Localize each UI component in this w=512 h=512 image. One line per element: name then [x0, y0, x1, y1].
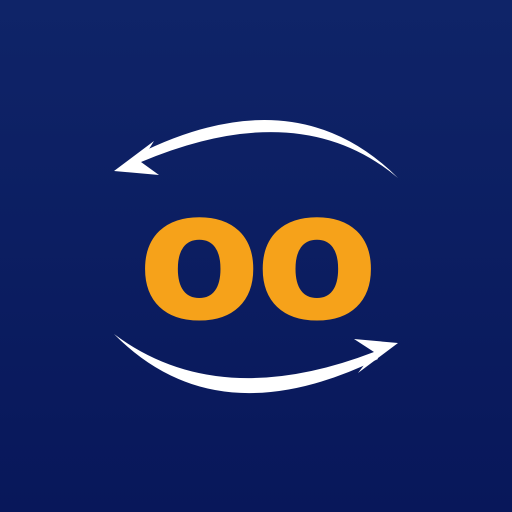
- app-icon[interactable]: oo: [0, 0, 512, 512]
- app-icon-artwork: oo: [0, 0, 512, 512]
- logo-text: oo: [137, 152, 372, 361]
